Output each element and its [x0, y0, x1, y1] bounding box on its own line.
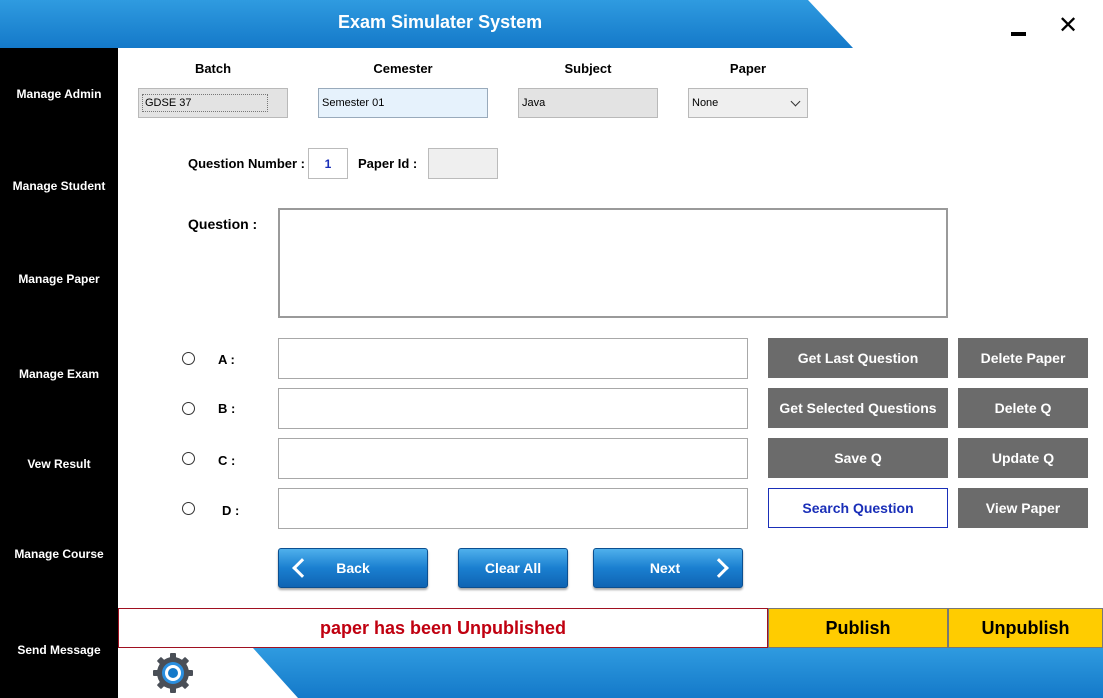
sidebar-item-manage-course[interactable]: Manage Course [0, 547, 118, 561]
option-d-radio[interactable] [182, 502, 195, 515]
footer-band [253, 648, 1103, 698]
back-button-label: Back [336, 560, 370, 576]
question-number-label: Question Number : [188, 156, 306, 171]
option-a-label: A : [218, 352, 235, 367]
paper-id-label: Paper Id : [358, 156, 418, 171]
subject-field[interactable]: Java [518, 88, 658, 118]
chevron-left-icon [292, 558, 312, 578]
option-a-field[interactable] [278, 338, 748, 379]
minimize-button[interactable] [1006, 22, 1030, 42]
sidebar-item-manage-student[interactable]: Manage Student [0, 179, 118, 193]
batch-label: Batch [194, 61, 232, 76]
option-d-label: D : [222, 503, 240, 518]
save-question-button[interactable]: Save Q [768, 438, 948, 478]
get-selected-questions-button[interactable]: Get Selected Questions [768, 388, 948, 428]
option-b-radio[interactable] [182, 402, 195, 415]
option-c-radio[interactable] [182, 452, 195, 465]
search-question-button[interactable]: Search Question [768, 488, 948, 528]
sidebar-item-manage-admin[interactable]: Manage Admin [0, 87, 118, 101]
chevron-down-icon [790, 96, 801, 107]
subject-label: Subject [564, 61, 612, 76]
settings-gear-icon[interactable] [152, 652, 194, 694]
batch-field[interactable]: GDSE 37 [138, 88, 288, 118]
publish-button[interactable]: Publish [768, 608, 948, 648]
chevron-right-icon [709, 558, 729, 578]
option-c-label: C : [218, 453, 236, 468]
app-title: Exam Simulater System [338, 12, 543, 32]
sidebar-item-send-message[interactable]: Send Message [0, 643, 118, 657]
option-a-radio[interactable] [182, 352, 195, 365]
semester-label: Cemester [373, 61, 433, 76]
back-button[interactable]: Back [278, 548, 428, 588]
semester-field[interactable]: Semester 01 [318, 88, 488, 118]
question-number-field[interactable]: 1 [308, 148, 348, 179]
title-bar: Exam Simulater System ✕ [0, 0, 1103, 48]
close-button[interactable]: ✕ [1056, 14, 1080, 38]
get-last-question-button[interactable]: Get Last Question [768, 338, 948, 378]
paper-id-field[interactable] [428, 148, 498, 179]
delete-paper-button[interactable]: Delete Paper [958, 338, 1088, 378]
sidebar-item-view-result[interactable]: Vew Result [0, 457, 118, 471]
option-b-label: B : [218, 401, 236, 416]
question-label: Question : [188, 216, 258, 232]
paper-select-value: None [692, 97, 719, 109]
publish-status-message: paper has been Unpublished [118, 608, 768, 648]
sidebar-item-manage-paper[interactable]: Manage Paper [0, 272, 118, 286]
next-button[interactable]: Next [593, 548, 743, 588]
question-textarea[interactable] [278, 208, 948, 318]
minimize-icon [1011, 32, 1026, 36]
option-d-field[interactable] [278, 488, 748, 529]
sidebar-item-manage-exam[interactable]: Manage Exam [0, 367, 118, 381]
sidebar: Manage Admin Manage Student Manage Paper… [0, 48, 118, 698]
unpublish-button[interactable]: Unpublish [948, 608, 1103, 648]
clear-all-button[interactable]: Clear All [458, 548, 568, 588]
update-question-button[interactable]: Update Q [958, 438, 1088, 478]
option-b-field[interactable] [278, 388, 748, 429]
view-paper-button[interactable]: View Paper [958, 488, 1088, 528]
next-button-label: Next [649, 560, 681, 576]
delete-question-button[interactable]: Delete Q [958, 388, 1088, 428]
paper-label: Paper [729, 61, 767, 76]
option-c-field[interactable] [278, 438, 748, 479]
paper-select[interactable]: None [688, 88, 808, 118]
batch-value: GDSE 37 [142, 94, 268, 112]
